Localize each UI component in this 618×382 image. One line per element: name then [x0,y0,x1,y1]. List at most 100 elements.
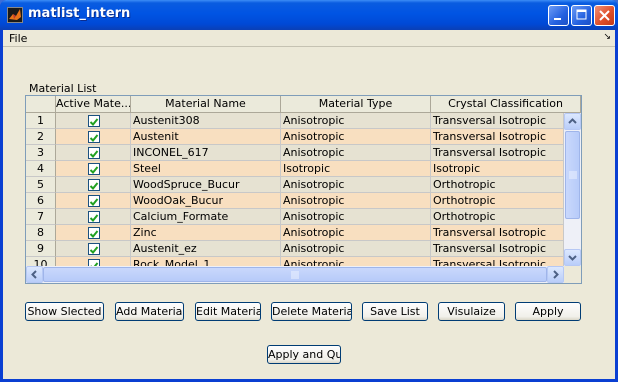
table-row[interactable]: 1 Austenit308 Anisotropic Transversal Isotr… [26,113,564,129]
delete-material-button[interactable]: Delete Material [271,302,352,321]
material-table: Active Mate... Material Name Material Ty… [25,95,582,284]
crystal-classification-cell[interactable]: Transversal Isotropic [431,113,564,129]
material-type-cell[interactable]: Isotropic [281,161,431,177]
row-number: 7 [26,209,56,225]
show-selected-button[interactable]: Show Slected [25,302,104,321]
material-list-label: Material List [29,82,97,95]
material-type-cell[interactable]: Anisotropic [281,193,431,209]
active-cell[interactable] [56,113,131,129]
header-material-type[interactable]: Material Type [281,96,431,113]
checkmark-icon [89,166,99,174]
row-number: 5 [26,177,56,193]
row-number: 6 [26,193,56,209]
checkmark-icon [89,214,99,222]
chevron-left-icon [31,270,37,279]
table-row[interactable]: 7 Calcium_Formate Anisotropic Orthotropic [26,209,564,225]
material-name-cell[interactable]: Austenit308 [131,113,281,129]
title-bar[interactable]: matlist_intern [0,0,618,30]
crystal-classification-cell[interactable]: Transversal Isotropic [431,225,564,241]
table-row[interactable]: 8 Zinc Anisotropic Transversal Isotropic [26,225,564,241]
material-type-cell[interactable]: Anisotropic [281,177,431,193]
active-checkbox[interactable] [88,131,100,143]
material-name-cell[interactable]: Calcium_Formate [131,209,281,225]
crystal-classification-cell[interactable]: Transversal Isotropic [431,241,564,257]
header-material-name[interactable]: Material Name [131,96,281,113]
menu-file[interactable]: File [9,32,27,45]
active-checkbox[interactable] [88,115,100,127]
crystal-classification-cell[interactable]: Orthotropic [431,177,564,193]
table-row[interactable]: 5 WoodSpruce_Bucur Anisotropic Orthotropic [26,177,564,193]
scroll-right-button[interactable] [547,266,564,283]
material-name-cell[interactable]: Zinc [131,225,281,241]
table-row[interactable]: 4 Steel Isotropic Isotropic [26,161,564,177]
header-crystal-classification[interactable]: Crystal Classification [431,96,581,113]
maximize-button[interactable] [571,5,592,26]
checkmark-icon [89,246,99,254]
active-cell[interactable] [56,193,131,209]
edit-material-button[interactable]: Edit Material [195,302,261,321]
vertical-scroll-thumb[interactable] [565,131,580,219]
table-row[interactable]: 3 INCONEL_617 Anisotropic Transversal Isotr… [26,145,564,161]
grip-icon [291,270,299,279]
minimize-icon [554,18,561,20]
apply-button[interactable]: Apply [515,302,581,321]
material-name-cell[interactable]: WoodOak_Bucur [131,193,281,209]
active-checkbox[interactable] [88,163,100,175]
material-name-cell[interactable]: Austenit_ez [131,241,281,257]
add-material-button[interactable]: Add Material [115,302,184,321]
checkmark-icon [89,118,99,126]
active-cell[interactable] [56,161,131,177]
active-cell[interactable] [56,129,131,145]
save-list-button[interactable]: Save List [362,302,428,321]
material-name-cell[interactable]: Steel [131,161,281,177]
table-row[interactable]: 9 Austenit_ez Anisotropic Transversal Isotr… [26,241,564,257]
maximize-icon [576,9,587,20]
checkmark-icon [89,198,99,206]
active-checkbox[interactable] [88,195,100,207]
apply-and-quit-button[interactable]: Apply and Quit [267,345,341,364]
active-checkbox[interactable] [88,243,100,255]
active-cell[interactable] [56,177,131,193]
active-checkbox[interactable] [88,227,100,239]
active-checkbox[interactable] [88,211,100,223]
vertical-scrollbar[interactable] [564,113,581,266]
active-cell[interactable] [56,145,131,161]
active-checkbox[interactable] [88,179,100,191]
crystal-classification-cell[interactable]: Orthotropic [431,193,564,209]
material-type-cell[interactable]: Anisotropic [281,225,431,241]
material-name-cell[interactable]: WoodSpruce_Bucur [131,177,281,193]
active-checkbox[interactable] [88,147,100,159]
active-cell[interactable] [56,241,131,257]
material-type-cell[interactable]: Anisotropic [281,113,431,129]
close-icon [599,10,610,21]
table-row[interactable]: 2 Austenit Anisotropic Transversal Isotropi… [26,129,564,145]
row-number: 4 [26,161,56,177]
horizontal-scroll-thumb[interactable] [43,267,547,282]
scroll-down-button[interactable] [564,249,581,266]
table-row[interactable]: 6 WoodOak_Bucur Anisotropic Orthotropic [26,193,564,209]
active-cell[interactable] [56,225,131,241]
chevron-up-icon [568,118,577,124]
crystal-classification-cell[interactable]: Orthotropic [431,209,564,225]
material-type-cell[interactable]: Anisotropic [281,209,431,225]
visualize-button[interactable]: Visulaize [438,302,505,321]
crystal-classification-cell[interactable]: Transversal Isotropic [431,129,564,145]
horizontal-scrollbar[interactable] [26,266,564,283]
crystal-classification-cell[interactable]: Transversal Isotropic [431,145,564,161]
material-name-cell[interactable]: INCONEL_617 [131,145,281,161]
header-active[interactable]: Active Mate... [56,96,131,113]
close-button[interactable] [594,5,615,26]
material-name-cell[interactable]: Austenit [131,129,281,145]
material-type-cell[interactable]: Anisotropic [281,241,431,257]
scroll-up-button[interactable] [564,113,581,130]
active-cell[interactable] [56,209,131,225]
scroll-left-button[interactable] [26,266,43,283]
crystal-classification-cell[interactable]: Isotropic [431,161,564,177]
matlab-logo-icon[interactable] [7,7,23,23]
grip-icon [568,171,577,179]
row-number: 3 [26,145,56,161]
material-type-cell[interactable]: Anisotropic [281,145,431,161]
material-type-cell[interactable]: Anisotropic [281,129,431,145]
toolbar-toggle-icon[interactable]: ↘ [603,32,611,42]
minimize-button[interactable] [548,5,569,26]
